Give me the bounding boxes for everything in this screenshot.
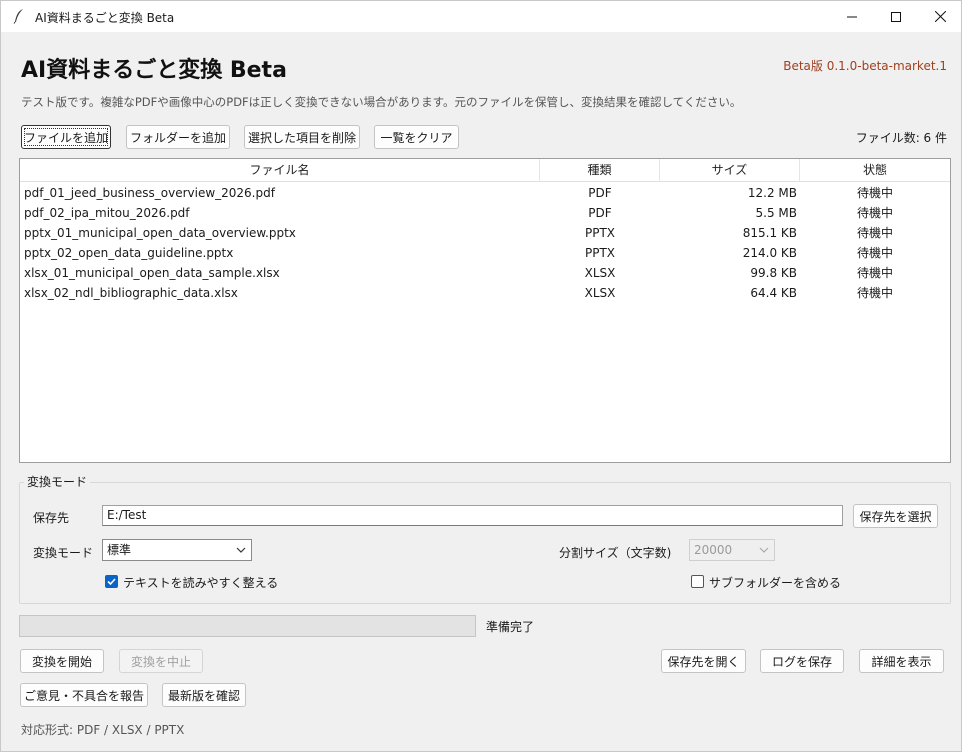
- cell-name: pdf_02_ipa_mitou_2026.pdf: [24, 206, 190, 220]
- tidy-text-label[interactable]: テキストを読みやすく整える: [123, 574, 278, 591]
- group-title: 変換モード: [24, 473, 91, 490]
- chevron-down-icon: [236, 547, 246, 553]
- cell-type: PPTX: [584, 226, 616, 240]
- clear-list-button[interactable]: 一覧をクリア: [374, 125, 459, 149]
- title-bar: AI資料まるごと変換 Beta: [1, 1, 961, 32]
- cell-name: pdf_01_jeed_business_overview_2026.pdf: [24, 186, 275, 200]
- column-header-type[interactable]: 種類: [540, 159, 660, 182]
- cell-status: 待機中: [856, 186, 893, 200]
- mode-label: 変換モード: [33, 546, 94, 560]
- save-to-input[interactable]: E:/Test: [102, 505, 843, 526]
- mode-select-value: 標準: [107, 543, 132, 557]
- file-count: ファイル数: 6 件: [855, 131, 947, 145]
- table-row[interactable]: pptx_02_open_data_guideline.pptx PPTX 21…: [20, 243, 950, 263]
- tidy-text-checkbox[interactable]: [105, 575, 118, 588]
- close-button[interactable]: [917, 1, 962, 32]
- table-row[interactable]: xlsx_01_municipal_open_data_sample.xlsx …: [20, 263, 950, 283]
- maximize-icon: [891, 11, 901, 22]
- cell-size: 99.8 KB: [750, 266, 797, 280]
- cell-type: PDF: [588, 206, 612, 220]
- table-row[interactable]: pptx_01_municipal_open_data_overview.ppt…: [20, 223, 950, 243]
- column-header-size[interactable]: サイズ: [660, 159, 800, 182]
- column-header-status[interactable]: 状態: [800, 159, 950, 182]
- minimize-button[interactable]: [829, 1, 875, 32]
- cell-status: 待機中: [856, 246, 893, 260]
- app-window: AI資料まるごと変換 Beta AI資料まるごと変換 Beta Beta版 0.…: [0, 0, 962, 752]
- cell-status: 待機中: [856, 266, 893, 280]
- supported-formats: 対応形式: PDF / XLSX / PPTX: [21, 723, 185, 737]
- cell-size: 214.0 KB: [742, 246, 797, 260]
- start-conversion-button[interactable]: 変換を開始: [20, 649, 104, 673]
- split-size-select[interactable]: 20000: [689, 539, 775, 561]
- feedback-button[interactable]: ご意見・不具合を報告: [20, 683, 148, 707]
- version-label: Beta版 0.1.0-beta-market.1: [783, 59, 947, 73]
- window-title: AI資料まるごと変換 Beta: [35, 11, 175, 25]
- progress-bar: [19, 615, 476, 637]
- show-details-button[interactable]: 詳細を表示: [859, 649, 944, 673]
- app-title: AI資料まるごと変換 Beta: [21, 58, 287, 83]
- table-row[interactable]: xlsx_02_ndl_bibliographic_data.xlsx XLSX…: [20, 283, 950, 303]
- cell-name: xlsx_01_municipal_open_data_sample.xlsx: [24, 266, 280, 280]
- include-subfolders-label[interactable]: サブフォルダーを含める: [709, 574, 841, 591]
- check-icon: [107, 578, 116, 586]
- cell-status: 待機中: [856, 206, 893, 220]
- mode-select[interactable]: 標準: [102, 539, 252, 561]
- table-header: ファイル名 種類 サイズ 状態: [20, 159, 950, 182]
- cell-status: 待機中: [856, 286, 893, 300]
- split-size-value: 20000: [694, 543, 733, 557]
- cell-name: pptx_02_open_data_guideline.pptx: [24, 246, 234, 260]
- add-files-button[interactable]: ファイルを追加: [21, 125, 111, 149]
- cell-type: XLSX: [584, 266, 616, 280]
- cell-size: 64.4 KB: [750, 286, 797, 300]
- stop-conversion-button[interactable]: 変換を中止: [119, 649, 203, 673]
- cell-type: PDF: [588, 186, 612, 200]
- remove-selected-button[interactable]: 選択した項目を削除: [244, 125, 360, 149]
- add-folder-button[interactable]: フォルダーを追加: [126, 125, 230, 149]
- feather-icon: [13, 9, 23, 24]
- include-subfolders-checkbox[interactable]: [691, 575, 704, 588]
- chevron-down-icon: [759, 547, 769, 553]
- cell-type: XLSX: [584, 286, 616, 300]
- check-update-button[interactable]: 最新版を確認: [162, 683, 246, 707]
- cell-size: 815.1 KB: [742, 226, 797, 240]
- table-row[interactable]: pdf_01_jeed_business_overview_2026.pdf P…: [20, 183, 950, 203]
- column-header-name[interactable]: ファイル名: [20, 159, 540, 182]
- choose-destination-button[interactable]: 保存先を選択: [853, 504, 938, 528]
- close-icon: [934, 11, 946, 22]
- cell-name: xlsx_02_ndl_bibliographic_data.xlsx: [24, 286, 238, 300]
- table-row[interactable]: pdf_02_ipa_mitou_2026.pdf PDF 5.5 MB 待機中: [20, 203, 950, 223]
- save-to-label: 保存先: [33, 511, 70, 525]
- cell-status: 待機中: [856, 226, 893, 240]
- split-size-label: 分割サイズ（文字数): [559, 546, 672, 560]
- minimize-icon: [847, 16, 857, 17]
- cell-type: PPTX: [584, 246, 616, 260]
- status-text: 準備完了: [486, 620, 535, 634]
- open-destination-button[interactable]: 保存先を開く: [661, 649, 746, 673]
- file-table[interactable]: ファイル名 種類 サイズ 状態 pdf_01_jeed_business_ove…: [19, 158, 951, 463]
- save-log-button[interactable]: ログを保存: [760, 649, 844, 673]
- cell-size: 12.2 MB: [747, 186, 797, 200]
- notice-text: テスト版です。複雑なPDFや画像中心のPDFは正しく変換できない場合があります。…: [21, 95, 742, 109]
- maximize-button[interactable]: [873, 1, 919, 32]
- cell-name: pptx_01_municipal_open_data_overview.ppt…: [24, 226, 296, 240]
- cell-size: 5.5 MB: [755, 206, 797, 220]
